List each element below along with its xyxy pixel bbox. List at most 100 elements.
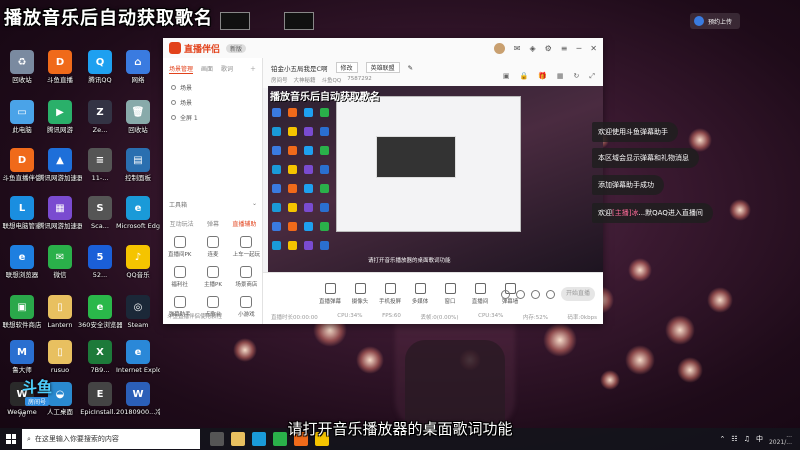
grid-icon[interactable]: ▦ (557, 72, 564, 81)
source-tool[interactable]: 多媒体 (407, 283, 433, 305)
tool-item[interactable]: 福利社 (163, 266, 196, 288)
add-scene-icon[interactable]: ＋ (250, 64, 256, 74)
source-tool-label: 直播间 (471, 299, 489, 305)
app-logo-icon (169, 42, 181, 54)
scene-item[interactable]: 全屏 1 (163, 110, 262, 125)
tab-scenes[interactable]: 场景管理 (169, 64, 194, 74)
settings-icon[interactable] (546, 289, 555, 299)
desktop-icon[interactable]: 🗑 回收站 (116, 100, 160, 134)
desktop-icon-label: Lantern (47, 321, 73, 329)
desktop-icon-label: rusuo (50, 366, 70, 374)
tab-live-assist[interactable]: 直播辅助 (232, 219, 256, 228)
scene-item[interactable]: 场景 (163, 95, 262, 110)
desktop-icon[interactable]: ▶ 腾讯网游 (38, 100, 82, 134)
status-item: 内存:52% (522, 315, 548, 321)
tool-item[interactable]: 连麦 (196, 236, 229, 258)
visibility-icon[interactable] (171, 115, 176, 120)
desktop-icon[interactable]: ▲ 腾讯网游加速器 (38, 148, 82, 182)
tool-item[interactable]: 小游戏 (230, 296, 263, 318)
app-icon: W (126, 382, 150, 406)
desktop-icon[interactable]: ⌂ 网络 (116, 50, 160, 84)
tutorial-link[interactable]: 斗鱼直播伴侣使用教程 (167, 312, 222, 320)
status-item: 码率:0kbps (567, 315, 597, 321)
preview-mini-icon (304, 184, 313, 193)
minimize-icon[interactable]: ─ (576, 44, 581, 53)
tool-item[interactable]: 直播间PK (163, 236, 196, 258)
upload-button[interactable]: 预约上传 (690, 13, 740, 29)
source-tool[interactable]: 直播弹幕 (317, 283, 343, 305)
stream-preview[interactable]: 播放音乐后自动获取歌名 请打开音乐播放器的桌面歌词功能 (268, 86, 603, 272)
tab-canvas[interactable]: 画面 (201, 64, 213, 74)
desktop-icon[interactable]: ✉ 微信 (38, 245, 82, 279)
preview-mini-icon (304, 203, 313, 212)
bokeh-light (233, 338, 257, 362)
sidebar-tabs: 场景管理 画面 歌词 ＋ (163, 58, 262, 80)
tool-icon (173, 266, 186, 278)
skin-icon[interactable]: ◈ (529, 44, 535, 53)
app-icon: ▣ (10, 295, 34, 319)
avatar[interactable] (493, 42, 505, 54)
desktop-icon[interactable]: ▯ Lantern (38, 295, 82, 329)
desktop-thumbnail[interactable] (284, 12, 314, 30)
source-tool[interactable]: 窗口 (437, 283, 463, 305)
desktop-icon[interactable]: ◎ Steam (116, 295, 160, 329)
gift-icon[interactable]: 🎁 (538, 72, 547, 81)
bokeh-light (543, 323, 577, 357)
mail-icon[interactable]: ✉ (514, 44, 521, 53)
edit-pen-icon[interactable]: ✎ (408, 64, 413, 72)
close-icon[interactable]: ✕ (590, 44, 597, 53)
desktop-icon-label: Internet Explorer (116, 366, 160, 374)
source-tool-icon (354, 283, 366, 294)
desktop-thumbnail[interactable] (220, 12, 250, 30)
scene-item[interactable]: 场景 (163, 80, 262, 95)
menu-icon[interactable]: ≡ (561, 44, 568, 53)
tab-interactive[interactable]: 互动玩法 (170, 219, 194, 228)
desktop-icon[interactable]: e Microsoft Edge (116, 196, 160, 230)
tab-lyrics[interactable]: 歌词 (221, 64, 233, 74)
room-info: 铂金小五局我是C啊 修改 英雄联盟 ✎ 房间号 大神秘籍 斗鱼QQ 758729… (263, 58, 603, 88)
preview-mini-icon (304, 108, 313, 117)
source-tool[interactable]: 直播间 (467, 283, 493, 305)
preview-mini-icon (320, 203, 329, 212)
source-tool-label: 多媒体 (411, 299, 429, 305)
edit-button[interactable]: 修改 (335, 62, 358, 73)
tool-item[interactable]: 主播PK (196, 266, 229, 288)
desktop-icon[interactable]: ▦ 腾讯网游加速器.rar (38, 196, 82, 230)
screenshot-icon[interactable]: ▣ (503, 72, 510, 81)
preview-mini-icon (272, 146, 281, 155)
category-select[interactable]: 英雄联盟 (365, 62, 400, 73)
desktop-icon[interactable]: D 斗鱼直播 (38, 50, 82, 84)
status-item: CPU:34% (337, 313, 363, 319)
settings-icon[interactable]: ⚙ (545, 44, 552, 53)
tool-item[interactable]: 上车一起玩 (230, 236, 263, 258)
chat-message-text: 欢迎 (598, 209, 612, 217)
version-badge[interactable]: 新版 (226, 43, 247, 53)
speaker-icon[interactable] (531, 289, 540, 299)
desktop-icon-label: 20180900...冷输送.docx (116, 408, 160, 416)
app-icon: L (10, 196, 34, 220)
tab-danmaku[interactable]: 弹幕 (207, 219, 219, 228)
tool-item[interactable]: 场景商店 (230, 266, 263, 288)
mic-icon[interactable] (516, 289, 525, 299)
desktop-icon-label: 回收站 (128, 126, 148, 134)
refresh-icon[interactable]: ↻ (574, 72, 580, 81)
background-figure-legs (405, 340, 505, 430)
camera-icon[interactable] (501, 289, 510, 299)
start-live-button[interactable]: 开始直播 (561, 287, 595, 301)
toolbox-collapse-icon[interactable]: ⌄ (252, 200, 257, 209)
desktop-icon[interactable]: e Internet Explorer (116, 340, 160, 374)
source-tool[interactable]: 手机投屏 (377, 283, 403, 305)
streaming-app-window: 直播伴侣 新版 ✉ ◈ ⚙ ≡ ─ ✕ 场景管理 画面 歌词 ＋ 场景 场景 全… (163, 38, 603, 324)
preview-mini-icon (320, 108, 329, 117)
source-tool[interactable]: 摄像头 (347, 283, 373, 305)
lock-icon[interactable]: 🔒 (519, 72, 528, 81)
desktop-icon[interactable]: ♪ QQ音乐 (116, 245, 160, 279)
watermark-brand: 斗鱼 (21, 378, 52, 396)
desktop-icon[interactable]: W 20180900...冷输送.docx (116, 382, 160, 416)
visibility-icon[interactable] (171, 85, 176, 90)
desktop-icon[interactable]: ▤ 控制面板 (116, 148, 160, 182)
desktop-icon[interactable]: ▯ rusuo (38, 340, 82, 374)
visibility-icon[interactable] (171, 100, 176, 105)
expand-icon[interactable]: ⤢ (589, 72, 595, 81)
tool-label: 上车一起玩 (232, 252, 261, 258)
